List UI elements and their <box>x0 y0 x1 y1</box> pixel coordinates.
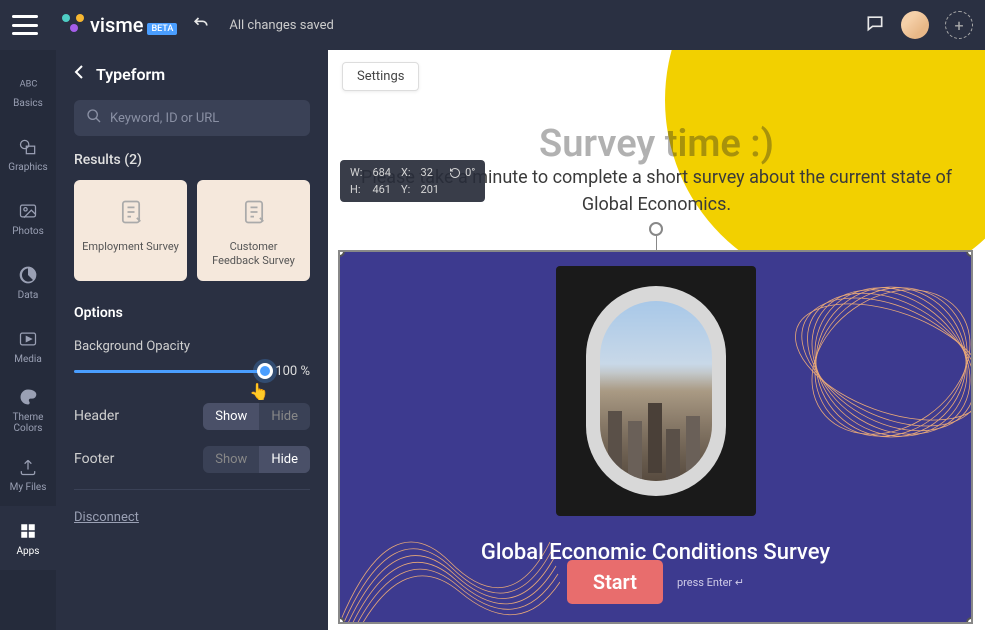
header-label: Header <box>74 408 119 424</box>
result-card-feedback[interactable]: Customer Feedback Survey <box>197 180 310 281</box>
resize-handle-tl[interactable] <box>338 250 345 257</box>
iconbar-label: Basics <box>13 98 43 109</box>
header-toggle[interactable]: Show Hide <box>203 403 310 430</box>
result-card-employment[interactable]: Employment Survey <box>74 180 187 281</box>
footer-show-button[interactable]: Show <box>203 446 259 473</box>
brand-logo[interactable]: visme BETA <box>62 13 177 37</box>
iconbar-label: Apps <box>17 546 40 557</box>
iconbar-label: Graphics <box>8 162 47 173</box>
iconbar-graphics[interactable]: Graphics <box>0 122 56 186</box>
header-show-button[interactable]: Show <box>203 403 259 430</box>
iconbar-label: Theme Colors <box>0 412 56 434</box>
iconbar-label: Media <box>14 354 42 365</box>
form-icon <box>234 192 274 232</box>
search-input-container[interactable] <box>74 100 310 136</box>
coord-rot: 0° <box>465 166 475 179</box>
iconbar-my-files[interactable]: My Files <box>0 442 56 506</box>
iconbar-theme-colors[interactable]: Theme Colors <box>0 378 56 442</box>
upload-icon <box>17 456 39 478</box>
footer-toggle[interactable]: Show Hide <box>203 446 310 473</box>
brand-name: visme <box>90 13 143 37</box>
iconbar-label: My Files <box>10 482 47 493</box>
resize-handle-br[interactable] <box>966 617 973 624</box>
coord-y-label: Y: <box>401 183 411 196</box>
abc-icon: ABC <box>17 72 39 94</box>
iconbar-data[interactable]: Data <box>0 250 56 314</box>
add-collaborator-button[interactable]: + <box>945 11 973 39</box>
footer-label: Footer <box>74 451 114 467</box>
survey-hero-image <box>556 266 756 516</box>
canvas-area[interactable]: Settings Survey time :) Please take a mi… <box>328 50 985 630</box>
coord-x: 32 <box>421 166 440 179</box>
footer-hide-button[interactable]: Hide <box>259 446 310 473</box>
disconnect-link[interactable]: Disconnect <box>74 510 139 525</box>
iconbar-media[interactable]: Media <box>0 314 56 378</box>
divider <box>74 489 310 490</box>
play-icon <box>17 328 39 350</box>
grid-icon <box>17 520 39 542</box>
rotate-handle[interactable] <box>649 222 663 236</box>
iconbar-label: Data <box>18 290 39 301</box>
iconbar-basics[interactable]: ABC Basics <box>0 58 56 122</box>
shapes-icon <box>17 136 39 158</box>
panel-title: Typeform <box>96 65 165 84</box>
search-icon <box>86 108 102 128</box>
iconbar-label: Photos <box>12 226 44 237</box>
back-chevron-icon[interactable] <box>74 64 84 84</box>
photo-icon <box>17 200 39 222</box>
enter-hint: press Enter ↵ <box>677 576 744 589</box>
left-icon-bar: ABC Basics Graphics Photos Data Media The… <box>0 50 56 630</box>
search-input[interactable] <box>110 111 298 126</box>
coord-y: 201 <box>421 183 440 196</box>
resize-handle-bl[interactable] <box>338 617 345 624</box>
iconbar-apps[interactable]: Apps <box>0 506 56 570</box>
hamburger-menu-icon[interactable] <box>12 15 38 35</box>
coord-h-label: H: <box>350 183 362 196</box>
decorative-wire-icon <box>781 252 973 472</box>
coordinates-overlay: W: 684 X: 32 0° H: 461 Y: 201 <box>340 160 485 202</box>
opacity-slider[interactable]: 👆 <box>74 370 265 373</box>
result-label: Employment Survey <box>82 240 179 254</box>
result-label: Customer Feedback Survey <box>205 240 302 269</box>
resize-handle-tr[interactable] <box>966 250 973 257</box>
results-count: Results (2) <box>74 152 310 168</box>
coord-w: 684 <box>372 166 391 179</box>
save-status: All changes saved <box>229 18 334 33</box>
pie-icon <box>17 264 39 286</box>
header-hide-button[interactable]: Hide <box>259 403 310 430</box>
coord-w-label: W: <box>350 166 362 179</box>
beta-badge: BETA <box>147 23 177 35</box>
comment-icon[interactable] <box>865 13 885 37</box>
rotate-icon <box>449 167 461 179</box>
opacity-value: 100 % <box>275 364 310 379</box>
undo-icon[interactable] <box>191 13 211 37</box>
iconbar-photos[interactable]: Photos <box>0 186 56 250</box>
selected-element-frame[interactable]: Global Economic Conditions Survey Start … <box>338 250 973 624</box>
svg-text:ABC: ABC <box>20 79 38 89</box>
cursor-hand-icon: 👆 <box>249 382 269 401</box>
form-icon <box>111 192 151 232</box>
options-heading: Options <box>74 305 310 321</box>
palette-icon <box>17 386 39 408</box>
start-button[interactable]: Start <box>567 560 663 604</box>
top-bar: visme BETA All changes saved + <box>0 0 985 50</box>
logo-mark-icon <box>62 14 84 36</box>
coord-x-label: X: <box>401 166 411 179</box>
settings-tab[interactable]: Settings <box>342 62 419 91</box>
user-avatar[interactable] <box>901 11 929 39</box>
slider-thumb[interactable] <box>257 363 273 379</box>
coord-h: 461 <box>372 183 391 196</box>
bg-opacity-label: Background Opacity <box>74 339 310 354</box>
side-panel: Typeform Results (2) Employment Survey C… <box>56 50 328 630</box>
